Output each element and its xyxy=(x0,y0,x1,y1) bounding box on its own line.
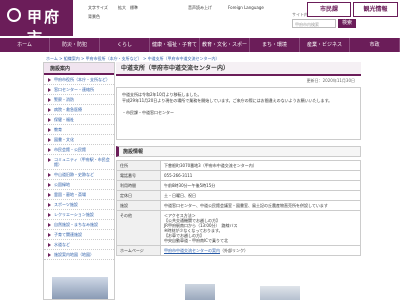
kanko-button[interactable]: 観光情報 xyxy=(353,2,398,17)
sidebar-item[interactable]: 病院・救急医療 xyxy=(44,105,114,115)
notice-line: ・市民課・中道窓口センター xyxy=(122,110,174,115)
row-value: 下曽根町3070番地3（甲府市中道交流センター内） xyxy=(160,160,361,171)
nav-item-disaster[interactable]: 防災・防犯 xyxy=(50,38,100,52)
table-row: 施設 中道窓口センター、中道公民館会議室・図書室、風土記の丘農産物直売所を併設して… xyxy=(116,200,361,211)
table-row: ホームページ 甲府市中道交流センターの案内（外部リンク） xyxy=(116,245,361,256)
row-label: 電話番号 xyxy=(116,170,161,181)
notice-box: 中道支所は令和2年10月より移転しました。 平成29年11月20日より現在の場所… xyxy=(116,87,361,140)
site-header: 甲府市 文字サイズ 拡大 標準 背景色 音声読み上げ Foreign Langu… xyxy=(0,0,400,47)
nav-item-education[interactable]: 教育・文化・スポーツ xyxy=(200,38,250,62)
row-value: 午前8時30分～午後5時15分 xyxy=(160,180,361,191)
main-content: 中道支所（甲府市中道交流センター内） 更新日：2020年11月30日 中道支所は… xyxy=(116,62,361,256)
global-nav: ホーム 防災・防犯 くらし 健康・福祉・子育て 教育・文化・スポーツ まち・環境… xyxy=(0,38,400,62)
read-aloud-link[interactable]: 音声読み上げ xyxy=(188,5,212,11)
sidebar-item[interactable]: 公園緑地 xyxy=(44,180,114,190)
background-color-label: 背景色 xyxy=(88,14,100,19)
sidebar-item[interactable]: 自然施設・まちなみ施設 xyxy=(44,220,114,230)
city-emblem-icon xyxy=(7,8,21,22)
sidebar-item[interactable]: レクリエーション施設 xyxy=(44,210,114,220)
tower-photo xyxy=(185,284,215,300)
sidebar-item[interactable]: 教育 xyxy=(44,125,114,135)
sidebar-item[interactable]: 保健・福祉 xyxy=(44,115,114,125)
row-label: その他 xyxy=(116,210,161,246)
sidebar-item[interactable]: 施設案内地図（地図） xyxy=(44,250,114,260)
sidebar: 施設案内 甲府市役所（本庁・支所など） 窓口センター・連絡所 警察・消防 病院・救急医… xyxy=(43,62,115,300)
sidebar-item[interactable]: 霊園・墓地・斎場 xyxy=(44,190,114,200)
row-label: 住所 xyxy=(116,160,161,171)
sidebar-item[interactable]: 図書・文化 xyxy=(44,135,114,145)
building-photo xyxy=(52,277,108,299)
table-row: 定休日 土・日曜日、祝日 xyxy=(116,190,361,201)
nav-item-business[interactable]: 産業・ビジネス xyxy=(300,38,350,52)
sidebar-item[interactable]: コミュニティ（甲府駅・市民会館） xyxy=(44,155,114,170)
sidebar-item[interactable]: 甲府市役所（本庁・支所など） xyxy=(44,75,114,85)
text-size-label: 文字サイズ xyxy=(88,5,108,10)
table-row: 利用時間 午前8時30分～午後5時15分 xyxy=(116,180,361,191)
row-label: ホームページ xyxy=(116,245,161,256)
sidebar-item[interactable]: 市民会館・公民館 xyxy=(44,145,114,155)
row-label: 定休日 xyxy=(116,190,161,201)
table-row: 電話番号 055-266-3111 xyxy=(116,170,361,181)
nav-item-health[interactable]: 健康・福祉・子育て xyxy=(150,38,200,52)
scenery-photo xyxy=(260,286,300,300)
search-button[interactable]: 検索 xyxy=(338,19,356,28)
row-value: 甲府市中道交流センターの案内（外部リンク） xyxy=(160,245,361,256)
facility-info-table: 住所 下曽根町3070番地3（甲府市中道交流センター内） 電話番号 055-266-3… xyxy=(116,160,361,256)
text-size-large-link[interactable]: 拡大 xyxy=(118,5,126,11)
notice-line: 平成29年11月20日より現在の場所で業務を開始しています。ご来庁の際にはお間違… xyxy=(122,98,333,103)
table-row: 住所 下曽根町3070番地3（甲府市中道交流センター内） xyxy=(116,160,361,171)
row-label: 施設 xyxy=(116,200,161,211)
sidebar-item[interactable]: 中山道旧跡・史跡など xyxy=(44,170,114,180)
page-title: 中道支所（甲府市中道交流センター内） xyxy=(116,62,361,76)
text-size-normal-link[interactable]: 標準 xyxy=(130,5,138,11)
homepage-link[interactable]: 甲府市中道交流センターの案内 xyxy=(164,248,220,253)
sidebar-item[interactable]: スポーツ施設 xyxy=(44,200,114,210)
sidebar-item[interactable]: 水道など xyxy=(44,240,114,250)
sidebar-heading: 施設案内 xyxy=(44,63,114,75)
section-heading: 施設情報 xyxy=(116,146,361,157)
sidebar-item[interactable]: 窓口センター・連絡所 xyxy=(44,85,114,95)
sidebar-item[interactable]: 警察・消防 xyxy=(44,95,114,105)
sidebar-list: 甲府市役所（本庁・支所など） 窓口センター・連絡所 警察・消防 病院・救急医療 保健・福… xyxy=(44,75,114,260)
external-link-note: （外部リンク） xyxy=(220,248,248,253)
row-value: 中道窓口センター、中道公民館会議室・図書室、風土記の丘農産物直売所を併設していま… xyxy=(160,200,361,211)
nav-item-home[interactable]: ホーム xyxy=(0,38,50,52)
sidebar-item[interactable]: 子育て関連施設 xyxy=(44,230,114,240)
row-label: 利用時間 xyxy=(116,180,161,191)
row-value: 055-266-3111 xyxy=(160,170,361,181)
row-value: ＜アクセス方法＞ 【公共交通機関でお越しの方】 JR甲府駅南口から（13:00分… xyxy=(160,210,361,246)
nav-item-environment[interactable]: まち・環境 xyxy=(250,38,300,52)
search-input[interactable]: 甲府市内検索 xyxy=(292,19,336,28)
row-value: 土・日曜日、祝日 xyxy=(160,190,361,201)
nav-item-living[interactable]: くらし xyxy=(100,38,150,52)
updated-date: 更新日：2020年11月30日 xyxy=(306,78,355,83)
foreign-language-link[interactable]: Foreign Language xyxy=(228,5,264,10)
table-row: その他 ＜アクセス方法＞ 【公共交通機関でお越しの方】 JR甲府駅南口から（13:… xyxy=(116,210,361,246)
shimin-button[interactable]: 市民課 xyxy=(307,2,351,17)
site-logo[interactable]: 甲府市 xyxy=(0,0,73,47)
nav-item-city[interactable]: 市政 xyxy=(350,38,400,52)
